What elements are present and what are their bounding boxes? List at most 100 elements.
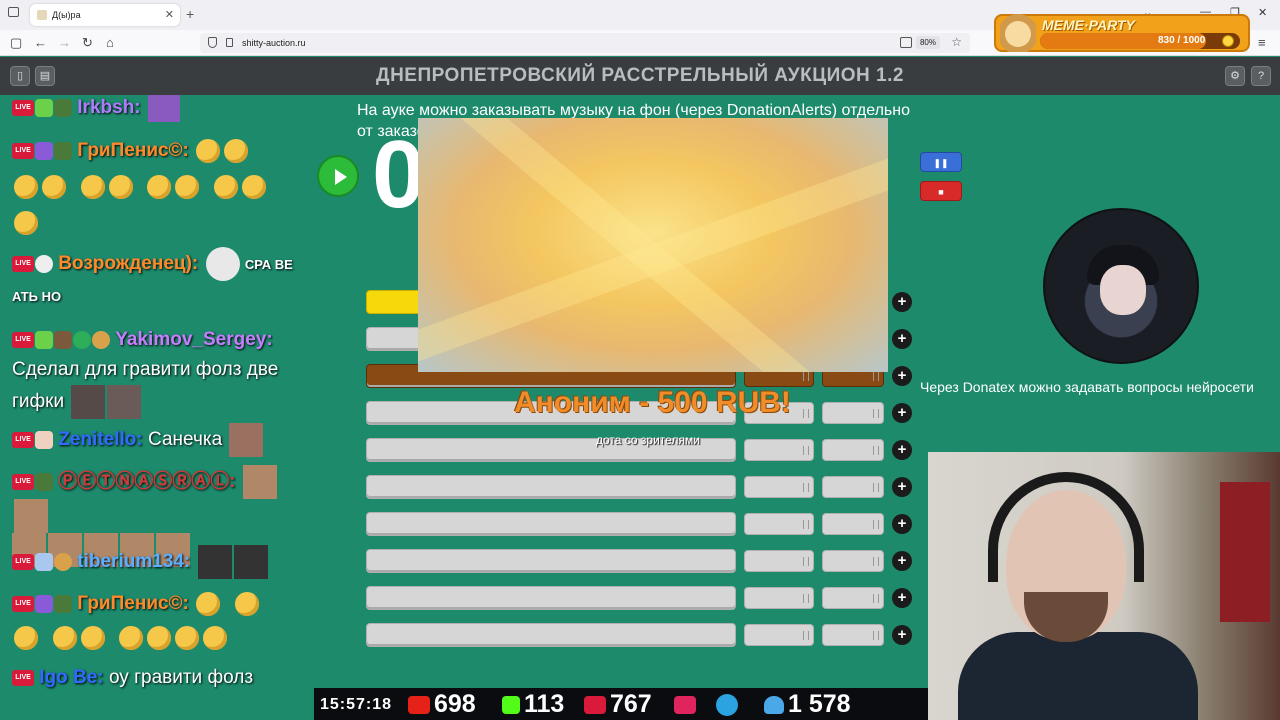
add-icon[interactable]: + xyxy=(892,625,912,645)
chat-nick[interactable]: ГриПенис©: xyxy=(77,593,189,614)
smile-emote-icon xyxy=(234,591,259,616)
smile-emote-icon xyxy=(52,625,77,650)
lot-name-input[interactable] xyxy=(366,623,736,647)
pause-button[interactable]: ❚❚ xyxy=(920,152,962,172)
add-icon[interactable]: + xyxy=(892,292,912,312)
add-icon[interactable]: + xyxy=(892,551,912,571)
smile-emote-icon xyxy=(241,174,266,199)
forward-icon[interactable]: → xyxy=(58,35,71,51)
meme-party-brand: MEME·PARTY xyxy=(1042,17,1135,33)
smile-emote-icon xyxy=(224,138,249,163)
lot-name-input[interactable] xyxy=(366,549,736,573)
dice-badge-icon xyxy=(35,141,53,160)
lot-amount-input[interactable] xyxy=(744,513,814,535)
emote-image xyxy=(233,545,268,579)
app-header: ▯ ▤ ДНЕПРОПЕТРОВСКИЙ РАССТРЕЛЬНЫЙ АУКЦИО… xyxy=(0,57,1280,95)
lot-amount-input[interactable] xyxy=(744,624,814,646)
play-icon xyxy=(335,169,347,185)
menu-icon[interactable]: ≡ xyxy=(1258,35,1266,51)
reload-icon[interactable]: ↻ xyxy=(82,35,93,51)
lot-amount-input[interactable] xyxy=(744,587,814,609)
lot-extra-input[interactable] xyxy=(822,439,884,461)
chat-nick[interactable]: ⓅⒺⓉⓃⒶⓈⓇⒶⓁ: xyxy=(58,471,235,492)
tab-list-icon[interactable] xyxy=(8,7,19,17)
bookmark-star-icon[interactable]: ☆ xyxy=(951,35,962,49)
live-badge-icon: LIVE xyxy=(12,331,34,348)
chat-text: Сделал для гравити фолз две гифки xyxy=(12,359,279,413)
lot-extra-input[interactable] xyxy=(822,476,884,498)
fist-badge-icon xyxy=(54,553,72,571)
chat-text: оу гравити фолз xyxy=(108,667,254,688)
sword-badge-icon xyxy=(35,98,53,117)
add-icon[interactable]: + xyxy=(892,514,912,534)
zoom-level[interactable]: 80% xyxy=(915,36,940,49)
live-badge-icon: LIVE xyxy=(12,474,34,490)
shield-icon[interactable] xyxy=(208,37,217,48)
add-icon[interactable]: + xyxy=(892,440,912,460)
chat-nick[interactable]: tiberium134: xyxy=(77,551,190,572)
sword-badge-icon xyxy=(35,330,53,349)
back-icon[interactable]: ← xyxy=(34,35,47,51)
sidebar-toggle-icon[interactable]: ▢ xyxy=(10,35,22,51)
soldier-badge-icon xyxy=(35,473,53,491)
chat-nick[interactable]: ГриПенис©: xyxy=(77,140,189,161)
home-icon[interactable]: ⌂ xyxy=(106,35,114,51)
close-tab-icon[interactable]: ✕ xyxy=(165,8,174,21)
favicon-icon xyxy=(37,10,47,20)
lot-name-input[interactable] xyxy=(366,475,736,499)
chat-nick[interactable]: Возрожденец): xyxy=(58,253,198,274)
lot-amount-input[interactable] xyxy=(744,439,814,461)
smile-emote-icon xyxy=(196,591,221,616)
add-icon[interactable]: + xyxy=(892,366,912,386)
add-icon[interactable]: + xyxy=(892,588,912,608)
emote-image xyxy=(242,465,277,499)
help-icon[interactable]: ? xyxy=(1251,66,1271,86)
meme-progress-bar: 830 / 1000 xyxy=(1040,33,1240,49)
play-button[interactable] xyxy=(317,155,359,197)
rutube-link[interactable] xyxy=(674,690,700,718)
chat-nick[interactable]: Yakimov_Sergey: xyxy=(115,329,272,350)
soldier-badge-icon xyxy=(54,594,72,613)
total-viewers: 1 578 xyxy=(764,690,851,718)
lot-extra-input[interactable] xyxy=(822,624,884,646)
smile-emote-icon xyxy=(14,210,38,235)
telegram-link[interactable] xyxy=(716,690,742,718)
lot-extra-input[interactable] xyxy=(822,402,884,424)
smile-emote-icon xyxy=(147,174,172,199)
soldier-badge-icon xyxy=(54,141,72,160)
browser-tab[interactable]: Д(ы)ра ✕ xyxy=(30,4,180,26)
lot-extra-input[interactable] xyxy=(822,513,884,535)
smile-emote-icon xyxy=(42,174,66,199)
reader-view-icon[interactable] xyxy=(900,37,912,48)
new-tab-icon[interactable]: + xyxy=(186,6,194,22)
lot-amount-input[interactable] xyxy=(744,476,814,498)
smile-emote-icon xyxy=(80,625,105,650)
lot-amount-input[interactable] xyxy=(744,550,814,572)
url-text[interactable]: shitty-auction.ru xyxy=(242,38,306,48)
check-badge-icon xyxy=(73,330,91,349)
add-icon[interactable]: + xyxy=(892,403,912,423)
settings-gear-icon[interactable]: ⚙ xyxy=(1225,66,1245,86)
donation-video xyxy=(418,118,888,372)
donor-message: дота со зрителями xyxy=(596,433,700,447)
add-icon[interactable]: + xyxy=(892,477,912,497)
lot-extra-input[interactable] xyxy=(822,550,884,572)
stop-button[interactable]: ■ xyxy=(920,181,962,201)
close-window-icon[interactable]: ✕ xyxy=(1258,6,1267,19)
address-bar[interactable]: shitty-auction.ru 80% ☆ xyxy=(200,33,970,53)
lot-name-input[interactable] xyxy=(366,512,736,536)
lot-name-input[interactable] xyxy=(366,586,736,610)
lot-extra-input[interactable] xyxy=(822,587,884,609)
add-icon[interactable]: + xyxy=(892,329,912,349)
chat-nick[interactable]: Irkbsh: xyxy=(77,97,140,118)
coin-icon xyxy=(1222,35,1234,47)
map-badge-icon xyxy=(35,431,53,449)
chat-nick[interactable]: Igo Be: xyxy=(39,667,103,688)
youtube-icon xyxy=(408,696,430,715)
lock-icon[interactable] xyxy=(226,38,233,47)
chat-message: LIVE ГриПенис©: xyxy=(12,587,302,655)
emote-image xyxy=(147,95,180,122)
chat-nick[interactable]: Zenitello: xyxy=(58,429,142,450)
emote-image xyxy=(14,499,48,533)
youtube-viewers: 698 xyxy=(408,690,476,718)
